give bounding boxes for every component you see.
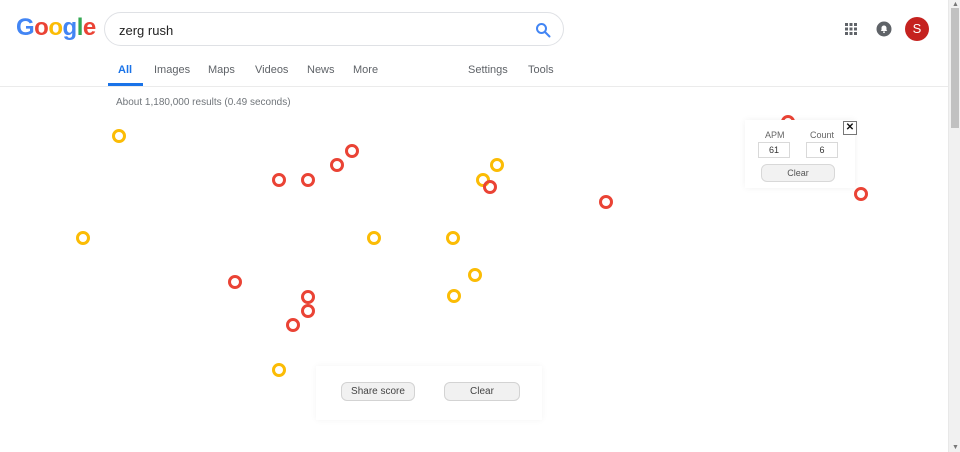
share-panel: Share score Clear	[316, 366, 542, 420]
apm-value: 61	[758, 142, 790, 158]
notifications-icon[interactable]	[876, 21, 892, 37]
score-panel: APM Count 61 6 Clear	[745, 120, 855, 188]
scroll-up-icon[interactable]: ▲	[952, 1, 959, 8]
apps-grid-icon[interactable]	[843, 21, 859, 37]
search-input[interactable]	[119, 20, 519, 40]
zerg-unit[interactable]	[330, 158, 344, 172]
zerg-unit[interactable]	[272, 363, 286, 377]
tab-settings[interactable]: Settings	[468, 64, 508, 76]
count-value: 6	[806, 142, 838, 158]
search-box[interactable]	[104, 12, 564, 46]
logo-letter: o	[48, 14, 63, 41]
zerg-unit[interactable]	[854, 187, 868, 201]
zerg-unit[interactable]	[76, 231, 90, 245]
apm-label: APM	[765, 130, 785, 140]
scrollbar[interactable]: ▲ ▼	[948, 0, 960, 452]
zerg-unit[interactable]	[483, 180, 497, 194]
tab-tools[interactable]: Tools	[528, 64, 554, 76]
logo-letter: G	[16, 14, 35, 41]
search-tabs: All Images Maps Videos News More Setting…	[0, 56, 948, 86]
score-clear-button[interactable]: Clear	[761, 164, 835, 182]
zerg-unit[interactable]	[272, 173, 286, 187]
zerg-unit[interactable]	[446, 231, 460, 245]
search-icon[interactable]	[535, 22, 551, 38]
zerg-unit[interactable]	[301, 173, 315, 187]
tab-all[interactable]: All	[118, 64, 132, 76]
scroll-thumb[interactable]	[951, 8, 959, 128]
tab-more[interactable]: More	[353, 64, 378, 76]
tab-videos[interactable]: Videos	[255, 64, 288, 76]
zerg-unit[interactable]	[599, 195, 613, 209]
logo-letter: o	[34, 14, 49, 41]
google-logo[interactable]: Google	[16, 14, 96, 42]
zerg-unit[interactable]	[301, 304, 315, 318]
zerg-unit[interactable]	[286, 318, 300, 332]
clear-button[interactable]: Clear	[444, 382, 520, 401]
zerg-unit[interactable]	[112, 129, 126, 143]
result-stats: About 1,180,000 results (0.49 seconds)	[116, 97, 291, 108]
tab-images[interactable]: Images	[154, 64, 190, 76]
tab-maps[interactable]: Maps	[208, 64, 235, 76]
share-score-button[interactable]: Share score	[341, 382, 415, 401]
zerg-unit[interactable]	[447, 289, 461, 303]
zerg-unit[interactable]	[301, 290, 315, 304]
scroll-down-icon[interactable]: ▼	[952, 444, 959, 451]
zerg-unit[interactable]	[490, 158, 504, 172]
logo-letter: g	[62, 14, 78, 41]
zerg-unit[interactable]	[468, 268, 482, 282]
zerg-unit[interactable]	[367, 231, 381, 245]
zerg-unit[interactable]	[345, 144, 359, 158]
zerg-unit[interactable]	[228, 275, 242, 289]
avatar[interactable]: S	[905, 17, 929, 41]
close-icon[interactable]: ✕	[843, 121, 857, 135]
count-label: Count	[810, 130, 835, 140]
logo-letter: e	[82, 14, 96, 41]
header-divider	[0, 86, 948, 87]
tab-news[interactable]: News	[307, 64, 335, 76]
